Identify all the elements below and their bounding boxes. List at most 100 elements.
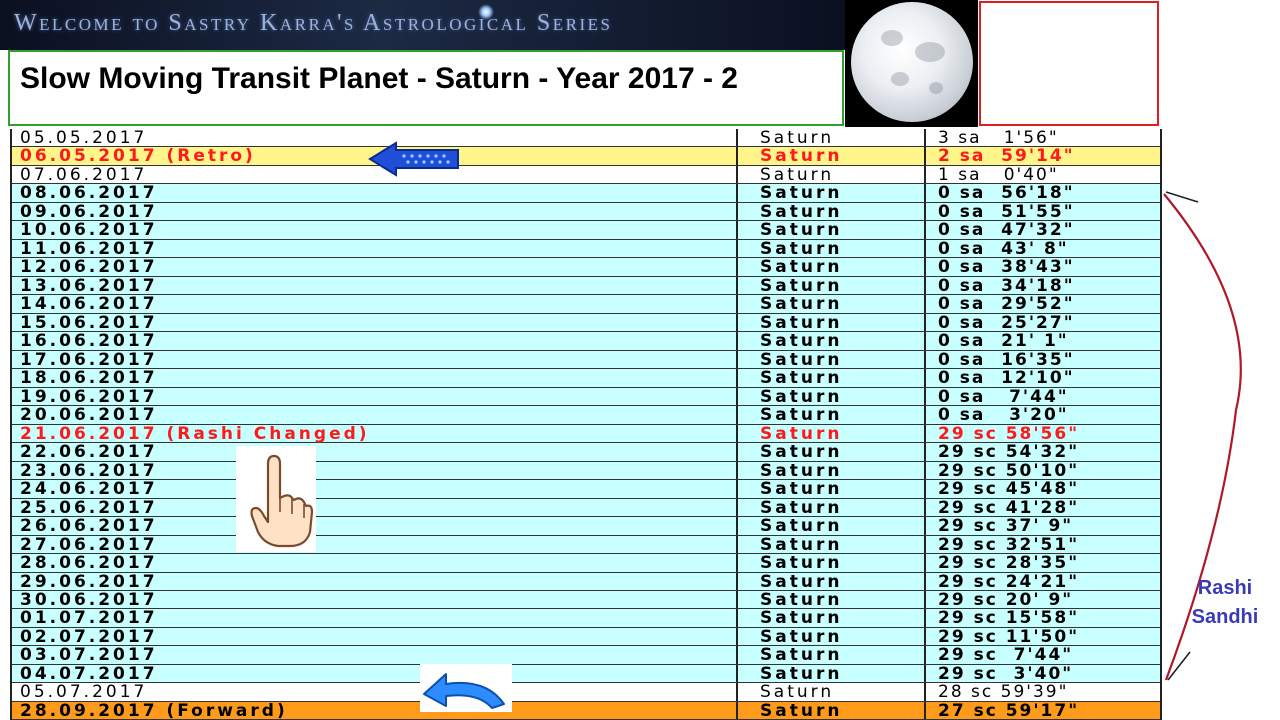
- planet-cell: Saturn: [736, 332, 926, 351]
- planet-cell: Saturn: [736, 240, 926, 258]
- table-row: 17.06.2017 Saturn 0 sa 16'35": [12, 349, 1160, 370]
- date-cell: 09.06.2017: [20, 201, 158, 222]
- position-cell: 0 sa 25'27": [938, 312, 1075, 333]
- planet-cell: Saturn: [736, 517, 926, 535]
- position-cell: 0 sa 12'10": [938, 368, 1075, 389]
- pointing-hand-icon: [236, 446, 316, 552]
- table-row: 02.07.2017 Saturn 29 sc 11'50": [12, 626, 1160, 647]
- date-cell: 24.06.2017: [20, 479, 158, 500]
- date-cell: 10.06.2017: [20, 220, 158, 241]
- date-cell: 06.05.2017 (Retro): [20, 146, 256, 167]
- date-cell: 02.07.2017: [20, 626, 158, 647]
- table-row: 18.06.2017 Saturn 0 sa 12'10": [12, 368, 1160, 389]
- moon-panel: [845, 0, 978, 127]
- date-cell: 18.06.2017: [20, 368, 158, 389]
- planet-cell: Saturn: [736, 129, 926, 147]
- position-cell: 0 sa 51'55": [938, 201, 1075, 222]
- curved-return-arrow-icon: [420, 664, 512, 712]
- table-row: 23.06.2017 Saturn 29 sc 50'10": [12, 460, 1160, 481]
- position-cell: 0 sa 38'43": [938, 257, 1075, 278]
- position-cell: 0 sa 47'32": [938, 220, 1075, 241]
- table-row: 12.06.2017 Saturn 0 sa 38'43": [12, 257, 1160, 278]
- rashi-sandhi-line2: Sandhi: [1191, 606, 1259, 628]
- planet-cell: Saturn: [736, 314, 926, 332]
- planet-cell: Saturn: [736, 369, 926, 387]
- date-cell: 03.07.2017: [20, 645, 158, 666]
- planet-cell: Saturn: [736, 535, 926, 554]
- table-row: 27.06.2017 Saturn 29 sc 32'51": [12, 534, 1160, 555]
- transit-table: 05.05.2017 Saturn 3 sa 1'56" 06.05.2017 (Re…: [10, 129, 1162, 720]
- position-cell: 27 sc 59'17": [938, 700, 1080, 720]
- empty-red-frame: [979, 1, 1159, 126]
- position-cell: 29 sc 20' 9": [938, 590, 1074, 610]
- planet-cell: Saturn: [736, 184, 926, 203]
- date-cell: 22.06.2017: [20, 442, 158, 463]
- planet-cell: Saturn: [736, 480, 926, 498]
- table-row: 20.06.2017 Saturn 0 sa 3'20": [12, 405, 1160, 426]
- page-title: Slow Moving Transit Planet - Saturn - Ye…: [20, 62, 738, 95]
- date-cell: 27.06.2017: [20, 534, 158, 555]
- planet-cell: Saturn: [736, 443, 926, 461]
- position-cell: 29 sc 28'35": [938, 553, 1080, 574]
- table-row: 25.06.2017 Saturn 29 sc 41'28": [12, 497, 1160, 518]
- planet-cell: Saturn: [736, 387, 926, 406]
- table-row: 05.05.2017 Saturn 3 sa 1'56": [12, 129, 1160, 148]
- table-row: 14.06.2017 Saturn 0 sa 29'52": [12, 294, 1160, 315]
- date-cell: 11.06.2017: [20, 238, 158, 259]
- planet-cell: Saturn: [736, 147, 926, 166]
- table-row: 03.07.2017 Saturn 29 sc 7'44": [12, 645, 1160, 666]
- planet-cell: Saturn: [736, 498, 926, 517]
- planet-cell: Saturn: [736, 461, 926, 480]
- date-cell: 16.06.2017: [20, 331, 158, 352]
- planet-cell: Saturn: [736, 351, 926, 369]
- planet-cell: Saturn: [736, 277, 926, 295]
- date-cell: 23.06.2017: [20, 460, 158, 481]
- table-row: 09.06.2017 Saturn 0 sa 51'55": [12, 201, 1160, 222]
- date-cell: 14.06.2017: [20, 294, 158, 315]
- planet-cell: Saturn: [736, 258, 926, 277]
- table-row: 15.06.2017 Saturn 0 sa 25'27": [12, 312, 1160, 333]
- table-row: 13.06.2017 Saturn 0 sa 34'18": [12, 275, 1160, 296]
- planet-cell: Saturn: [736, 609, 926, 628]
- date-cell: 21.06.2017 (Rashi Changed): [20, 423, 370, 444]
- title-box: Slow Moving Transit Planet - Saturn - Ye…: [8, 50, 844, 126]
- date-cell: 19.06.2017: [20, 386, 158, 407]
- date-cell: 07.06.2017: [20, 164, 148, 185]
- position-cell: 0 sa 43' 8": [938, 238, 1069, 259]
- table-row: 28.09.2017 (Forward) Saturn 27 sc 59'17": [12, 702, 1160, 720]
- table-row: 07.06.2017 Saturn 1 sa 0'40": [12, 164, 1160, 185]
- position-cell: 0 sa 29'52": [938, 294, 1075, 315]
- position-cell: 29 sc 24'21": [938, 571, 1080, 592]
- table-row: 28.06.2017 Saturn 29 sc 28'35": [12, 553, 1160, 574]
- position-cell: 0 sa 21' 1": [938, 331, 1069, 352]
- position-cell: 0 sa 16'35": [938, 349, 1075, 370]
- planet-cell: Saturn: [736, 683, 926, 702]
- table-row: 19.06.2017 Saturn 0 sa 7'44": [12, 386, 1160, 407]
- planet-cell: Saturn: [736, 166, 926, 184]
- planet-cell: Saturn: [736, 591, 926, 609]
- date-cell: 01.07.2017: [20, 608, 158, 629]
- planet-cell: Saturn: [736, 665, 926, 683]
- position-cell: 29 sc 7'44": [938, 645, 1074, 666]
- table-row: 21.06.2017 (Rashi Changed) Saturn 29 sc 58…: [12, 423, 1160, 444]
- date-cell: 20.06.2017: [20, 405, 158, 426]
- position-cell: 29 sc 32'51": [938, 534, 1080, 555]
- banner-title: Welcome to Sastry Karra's Astrological S…: [14, 10, 613, 36]
- table-row: 16.06.2017 Saturn 0 sa 21' 1": [12, 331, 1160, 352]
- table-row: 26.06.2017 Saturn 29 sc 37' 9": [12, 517, 1160, 536]
- planet-cell: Saturn: [736, 203, 926, 221]
- table-row: 04.07.2017 Saturn 29 sc 3'40": [12, 663, 1160, 684]
- date-cell: 25.06.2017: [20, 497, 158, 518]
- planet-cell: Saturn: [736, 221, 926, 240]
- planet-cell: Saturn: [736, 424, 926, 443]
- star-sparkle-icon: [478, 4, 494, 20]
- table-row: 01.07.2017 Saturn 29 sc 15'58": [12, 608, 1160, 629]
- position-cell: 28 sc 59'39": [938, 682, 1069, 703]
- position-cell: 29 sc 50'10": [938, 460, 1080, 481]
- date-cell: 13.06.2017: [20, 275, 158, 296]
- position-cell: 3 sa 1'56": [938, 129, 1059, 148]
- planet-cell: Saturn: [736, 554, 926, 572]
- date-cell: 17.06.2017: [20, 349, 158, 370]
- date-cell: 08.06.2017: [20, 183, 158, 204]
- position-cell: 29 sc 3'40": [938, 663, 1074, 684]
